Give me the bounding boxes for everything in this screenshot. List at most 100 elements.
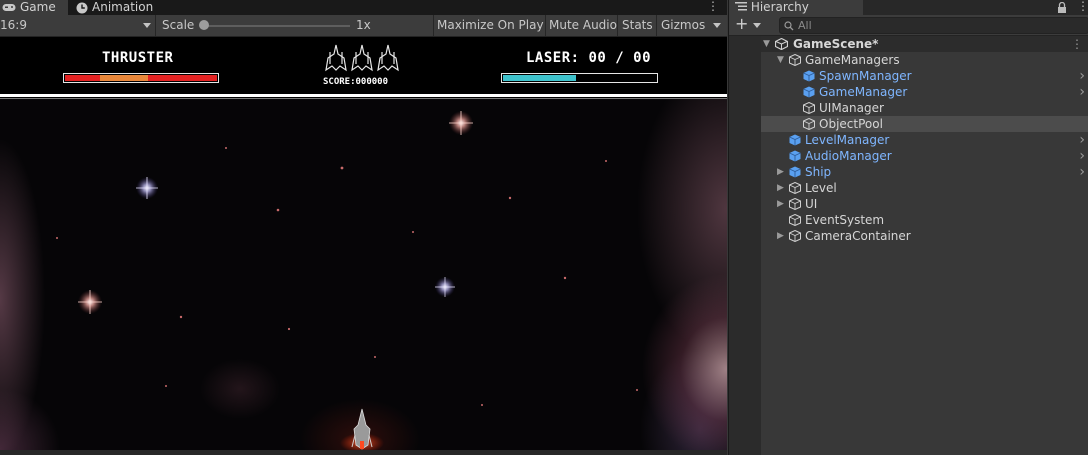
game-hud: THRUSTER SCORE:000000 LASER: 00 / 00 <box>0 37 727 93</box>
hierarchy-item-label: AudioManager <box>805 149 892 163</box>
gameobject-cube-icon <box>789 54 801 66</box>
player-ship <box>340 408 384 450</box>
gamepad-icon <box>2 4 16 11</box>
tab-animation[interactable]: Animation <box>74 0 159 15</box>
maximize-on-play-toggle[interactable]: Maximize On Play <box>437 15 544 36</box>
gameobject-cube-icon <box>789 182 801 194</box>
hierarchy-item[interactable]: ▼ GameManagers <box>761 52 1088 68</box>
bright-star <box>435 277 455 297</box>
score-label: SCORE:000000 <box>323 77 389 87</box>
aspect-dropdown[interactable]: 16:9 <box>0 15 154 36</box>
hierarchy-item[interactable]: GameManager › <box>761 84 1088 100</box>
game-viewport[interactable]: THRUSTER SCORE:000000 LASER: 00 / 00 <box>0 37 727 450</box>
kebab-menu-icon[interactable]: ⋮ <box>707 0 719 13</box>
unity-scene-icon <box>775 38 788 50</box>
open-prefab-chevron-icon[interactable]: › <box>1079 84 1085 100</box>
stats-toggle[interactable]: Stats <box>622 15 653 36</box>
scale-slider-handle[interactable] <box>199 20 209 30</box>
tab-game[interactable]: Game <box>0 0 68 15</box>
open-prefab-chevron-icon[interactable]: › <box>1079 68 1085 84</box>
hierarchy-item[interactable]: ▶ Level <box>761 180 1088 196</box>
collapse-arrow-icon[interactable]: ▶ <box>777 180 784 196</box>
game-tab-bar: Game Animation ⋮ <box>0 0 727 15</box>
hierarchy-item[interactable]: ▶ Ship › <box>761 164 1088 180</box>
kebab-menu-icon[interactable]: ⋮ <box>1077 0 1088 13</box>
prefab-cube-icon <box>789 134 801 146</box>
hierarchy-search-input[interactable]: All <box>779 17 1088 34</box>
prefab-cube-icon <box>789 150 801 162</box>
hud-divider <box>0 94 727 97</box>
collapse-arrow-icon[interactable]: ▶ <box>777 196 784 212</box>
scene-name: GameScene* <box>793 37 879 51</box>
expand-arrow-icon[interactable]: ▼ <box>763 36 770 52</box>
gizmos-dropdown-icon[interactable] <box>713 23 721 28</box>
chevron-down-icon <box>143 23 151 28</box>
hierarchy-tab-bar: Hierarchy ⋮ <box>729 0 1088 15</box>
hierarchy-item[interactable]: SpawnManager › <box>761 68 1088 84</box>
add-dropdown-icon[interactable] <box>753 23 761 28</box>
prefab-cube-icon <box>803 70 815 82</box>
hierarchy-item[interactable]: UIManager <box>761 100 1088 116</box>
add-plus-icon: + <box>735 14 749 33</box>
laser-bar <box>501 73 658 83</box>
hierarchy-item[interactable]: LevelManager › <box>761 132 1088 148</box>
hierarchy-item[interactable]: EventSystem <box>761 212 1088 228</box>
hierarchy-item[interactable]: ▶ UI <box>761 196 1088 212</box>
thruster-label: THRUSTER <box>102 50 174 66</box>
collapse-arrow-icon[interactable]: ▶ <box>777 164 784 180</box>
scale-label: Scale <box>162 18 195 32</box>
mute-audio-toggle[interactable]: Mute Audio <box>549 15 617 36</box>
bright-star <box>136 177 158 199</box>
clock-icon <box>76 2 88 13</box>
hierarchy-panel: Hierarchy ⋮ + All ▼ GameScene* ⋮ ▼ GameMa… <box>728 0 1088 455</box>
hierarchy-item-label: ObjectPool <box>819 117 883 131</box>
game-view-panel: Game Animation ⋮ 16:9 Scale 1x Maximize … <box>0 0 727 455</box>
tab-animation-label: Animation <box>92 0 154 14</box>
open-prefab-chevron-icon[interactable]: › <box>1079 148 1085 164</box>
hierarchy-item-label: GameManagers <box>805 53 900 67</box>
open-prefab-chevron-icon[interactable]: › <box>1079 164 1085 180</box>
prefab-cube-icon <box>789 166 801 178</box>
hierarchy-item-label: Level <box>805 181 837 195</box>
kebab-menu-icon[interactable]: ⋮ <box>1071 36 1083 52</box>
tab-hierarchy[interactable]: Hierarchy <box>729 0 863 15</box>
hierarchy-item[interactable]: ▶ CameraContainer <box>761 228 1088 244</box>
prefab-cube-icon <box>803 86 815 98</box>
hierarchy-gutter <box>729 36 761 455</box>
life-ship-icon <box>351 44 373 72</box>
hierarchy-item-label: UI <box>805 197 818 211</box>
expand-arrow-icon[interactable]: ▼ <box>777 52 784 68</box>
thruster-bar <box>63 73 219 83</box>
gizmos-toggle[interactable]: Gizmos <box>661 15 705 36</box>
laser-bar-fill <box>503 75 576 81</box>
life-ship-icon <box>377 44 399 72</box>
scale-value: 1x <box>356 18 371 32</box>
tab-game-label: Game <box>20 0 56 14</box>
search-icon <box>784 21 794 31</box>
hierarchy-item-label: LevelManager <box>805 133 890 147</box>
list-icon <box>735 0 747 15</box>
hierarchy-item-label: Ship <box>805 165 832 179</box>
hierarchy-toolbar: + All <box>729 15 1088 36</box>
collapse-arrow-icon[interactable]: ▶ <box>777 228 784 244</box>
thruster-boost-fill <box>100 75 148 81</box>
bright-star <box>78 290 102 314</box>
hierarchy-item[interactable]: ObjectPool <box>761 116 1088 132</box>
starfield <box>56 111 638 450</box>
hierarchy-item-label: SpawnManager <box>819 69 912 83</box>
space-background <box>0 99 727 450</box>
hierarchy-item-label: UIManager <box>819 101 884 115</box>
gameobject-cube-icon <box>789 230 801 242</box>
hierarchy-item[interactable]: AudioManager › <box>761 148 1088 164</box>
scene-row[interactable]: ▼ GameScene* ⋮ <box>761 36 1088 52</box>
hierarchy-item-label: EventSystem <box>805 213 885 227</box>
open-prefab-chevron-icon[interactable]: › <box>1079 132 1085 148</box>
lock-icon[interactable] <box>1057 2 1067 13</box>
hierarchy-item-label: GameManager <box>819 85 908 99</box>
search-placeholder: All <box>798 19 812 32</box>
laser-label: LASER: 00 / 00 <box>526 50 652 66</box>
life-ship-icon <box>325 44 347 72</box>
scale-slider-track[interactable] <box>204 25 350 27</box>
game-toolbar: 16:9 Scale 1x Maximize On Play Mute Audi… <box>0 15 727 37</box>
add-button[interactable]: + <box>735 15 748 33</box>
